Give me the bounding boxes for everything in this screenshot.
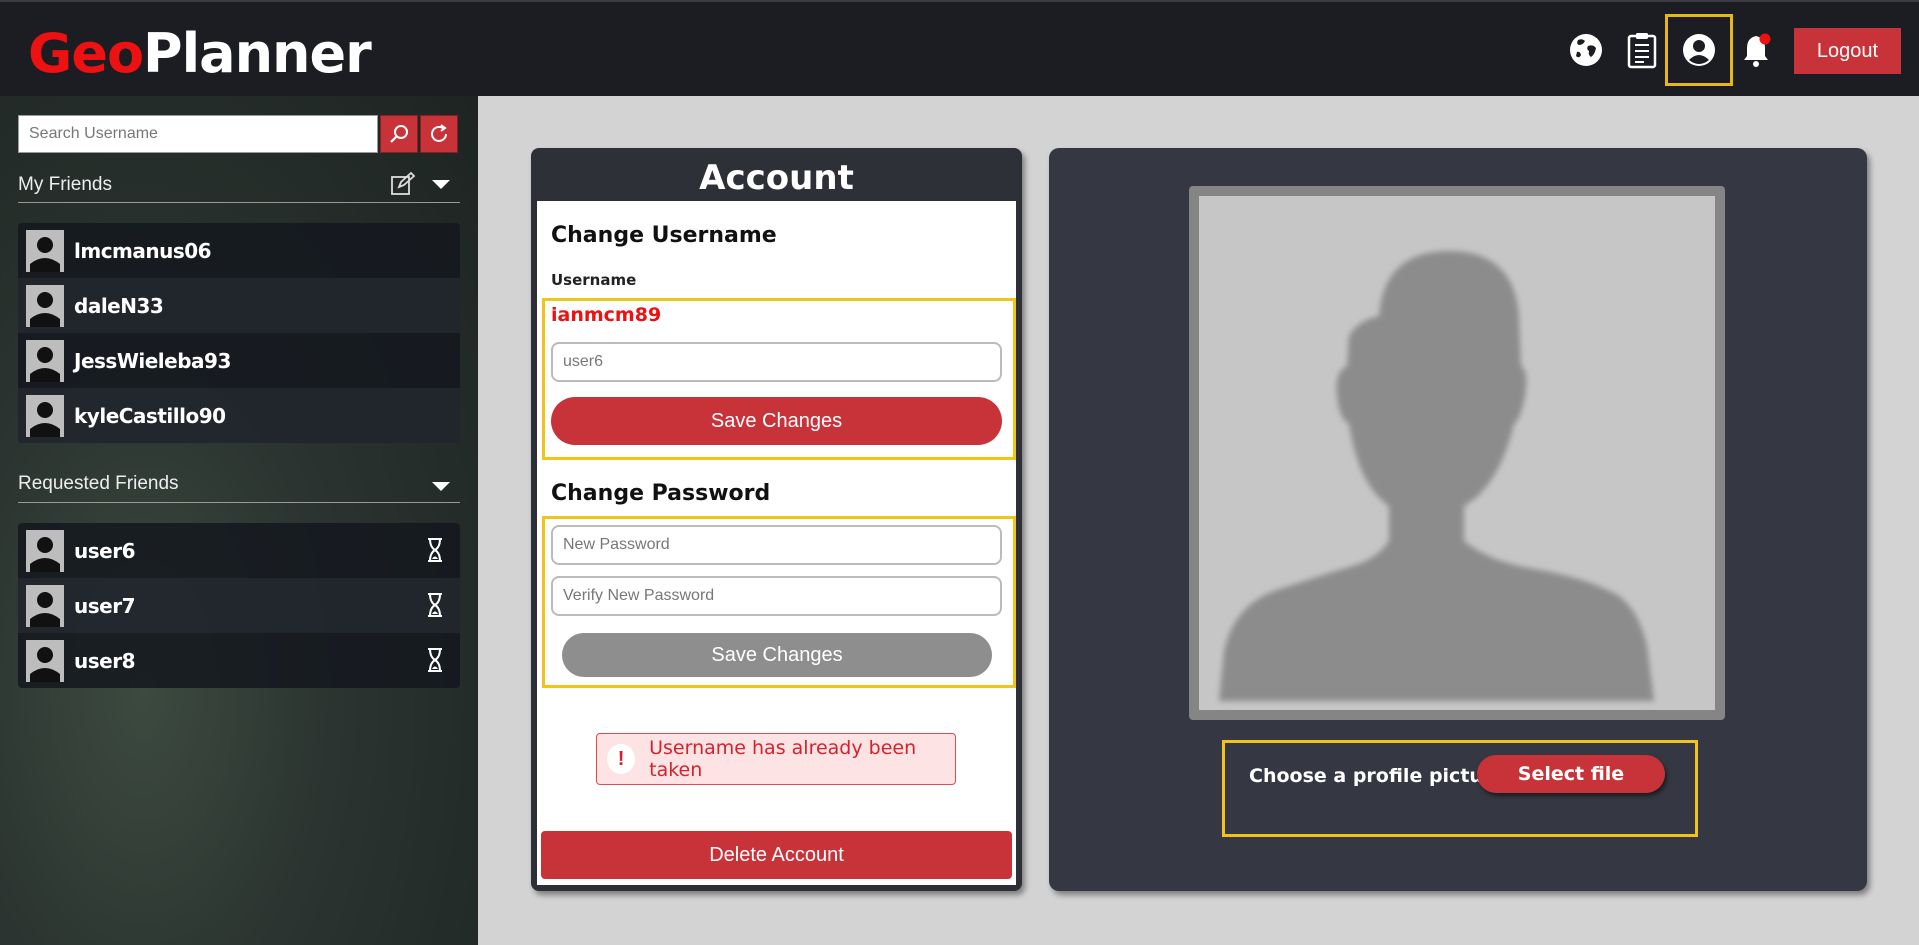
requested-name: user7 <box>74 593 136 618</box>
refresh-button[interactable] <box>420 115 458 153</box>
refresh-icon <box>431 124 447 142</box>
my-friends-collapse-caret[interactable] <box>432 180 450 189</box>
friend-name: daleN33 <box>74 293 164 318</box>
username-input[interactable]: user6 <box>551 342 1002 382</box>
friend-name: kyleCastillo90 <box>74 403 226 428</box>
friend-item[interactable]: kyleCastillo90 <box>18 388 460 443</box>
avatar <box>26 394 64 437</box>
search-placeholder: Search Username <box>29 125 158 142</box>
choose-picture-box: Choose a profile picture: Select file <box>1222 740 1698 837</box>
profile-picture-frame <box>1189 186 1725 720</box>
logo-planner: Planner <box>143 22 372 85</box>
new-password-placeholder: New Password <box>563 536 670 553</box>
current-username: ianmcm89 <box>551 304 662 326</box>
logo-geo: Geo <box>28 22 144 85</box>
requested-name: user8 <box>74 648 136 673</box>
avatar <box>26 284 64 327</box>
choose-picture-label: Choose a profile picture: <box>1249 765 1513 787</box>
new-password-input[interactable]: New Password <box>551 525 1002 565</box>
alert-icon: ! <box>607 744 636 774</box>
logout-button[interactable]: Logout <box>1794 28 1901 74</box>
globe-icon[interactable] <box>1566 30 1606 70</box>
profile-picture-card: Choose a profile picture: Select file <box>1049 148 1867 891</box>
friend-name: JessWieleba93 <box>74 348 231 373</box>
change-password-title: Change Password <box>551 481 771 506</box>
error-message: Username has already been taken <box>649 737 917 781</box>
clipboard-icon[interactable] <box>1622 30 1662 70</box>
verify-password-placeholder: Verify New Password <box>563 587 715 604</box>
search-icon <box>390 125 408 143</box>
requested-list: user6 user7 user8 <box>18 523 460 688</box>
change-username-title: Change Username <box>551 223 777 248</box>
divider <box>18 202 460 203</box>
search-button[interactable] <box>380 115 418 153</box>
requested-item[interactable]: user6 <box>18 523 460 578</box>
requested-collapse-caret[interactable] <box>432 482 450 491</box>
friend-item[interactable]: lmcmanus06 <box>18 223 460 278</box>
delete-account-button[interactable]: Delete Account <box>541 831 1012 879</box>
profile-icon[interactable] <box>1679 30 1719 70</box>
avatar <box>26 529 64 572</box>
avatar <box>26 339 64 382</box>
friend-item[interactable]: daleN33 <box>18 278 460 333</box>
username-label: Username <box>551 271 637 289</box>
my-friends-title: My Friends <box>18 174 112 195</box>
divider <box>18 502 460 503</box>
avatar <box>26 584 64 627</box>
friends-sidebar: Search Username My Friends lmcmanus06 da… <box>0 96 478 945</box>
app-logo[interactable]: GeoPlanner <box>28 22 372 85</box>
username-input-value: user6 <box>563 353 604 370</box>
edit-friends-icon[interactable] <box>390 171 416 196</box>
friend-item[interactable]: JessWieleba93 <box>18 333 460 388</box>
hourglass-icon <box>428 593 442 617</box>
save-username-button[interactable]: Save Changes <box>551 397 1002 445</box>
hourglass-icon <box>428 538 442 562</box>
search-username-input[interactable]: Search Username <box>18 115 378 153</box>
account-card: Account Change Username Username ianmcm8… <box>531 148 1022 891</box>
avatar <box>26 639 64 682</box>
top-header: GeoPlanner Logout <box>0 0 1919 96</box>
bell-icon[interactable] <box>1736 30 1776 70</box>
friends-list: lmcmanus06 daleN33 JessWieleba93 kyleCas… <box>18 223 460 443</box>
hourglass-icon <box>428 648 442 672</box>
default-avatar-silhouette <box>1219 251 1654 701</box>
verify-password-input[interactable]: Verify New Password <box>551 576 1002 616</box>
profile-picture <box>1199 196 1715 710</box>
requested-item[interactable]: user8 <box>18 633 460 688</box>
requested-item[interactable]: user7 <box>18 578 460 633</box>
friend-name: lmcmanus06 <box>74 238 212 263</box>
avatar <box>26 229 64 272</box>
save-password-button[interactable]: Save Changes <box>562 633 992 677</box>
account-form: Change Username Username ianmcm89 user6 … <box>537 201 1016 885</box>
account-title: Account <box>699 158 854 198</box>
select-file-button[interactable]: Select file <box>1477 755 1665 793</box>
error-alert: ! Username has already been taken <box>596 733 956 785</box>
requested-friends-title: Requested Friends <box>18 473 179 494</box>
requested-name: user6 <box>74 538 136 563</box>
